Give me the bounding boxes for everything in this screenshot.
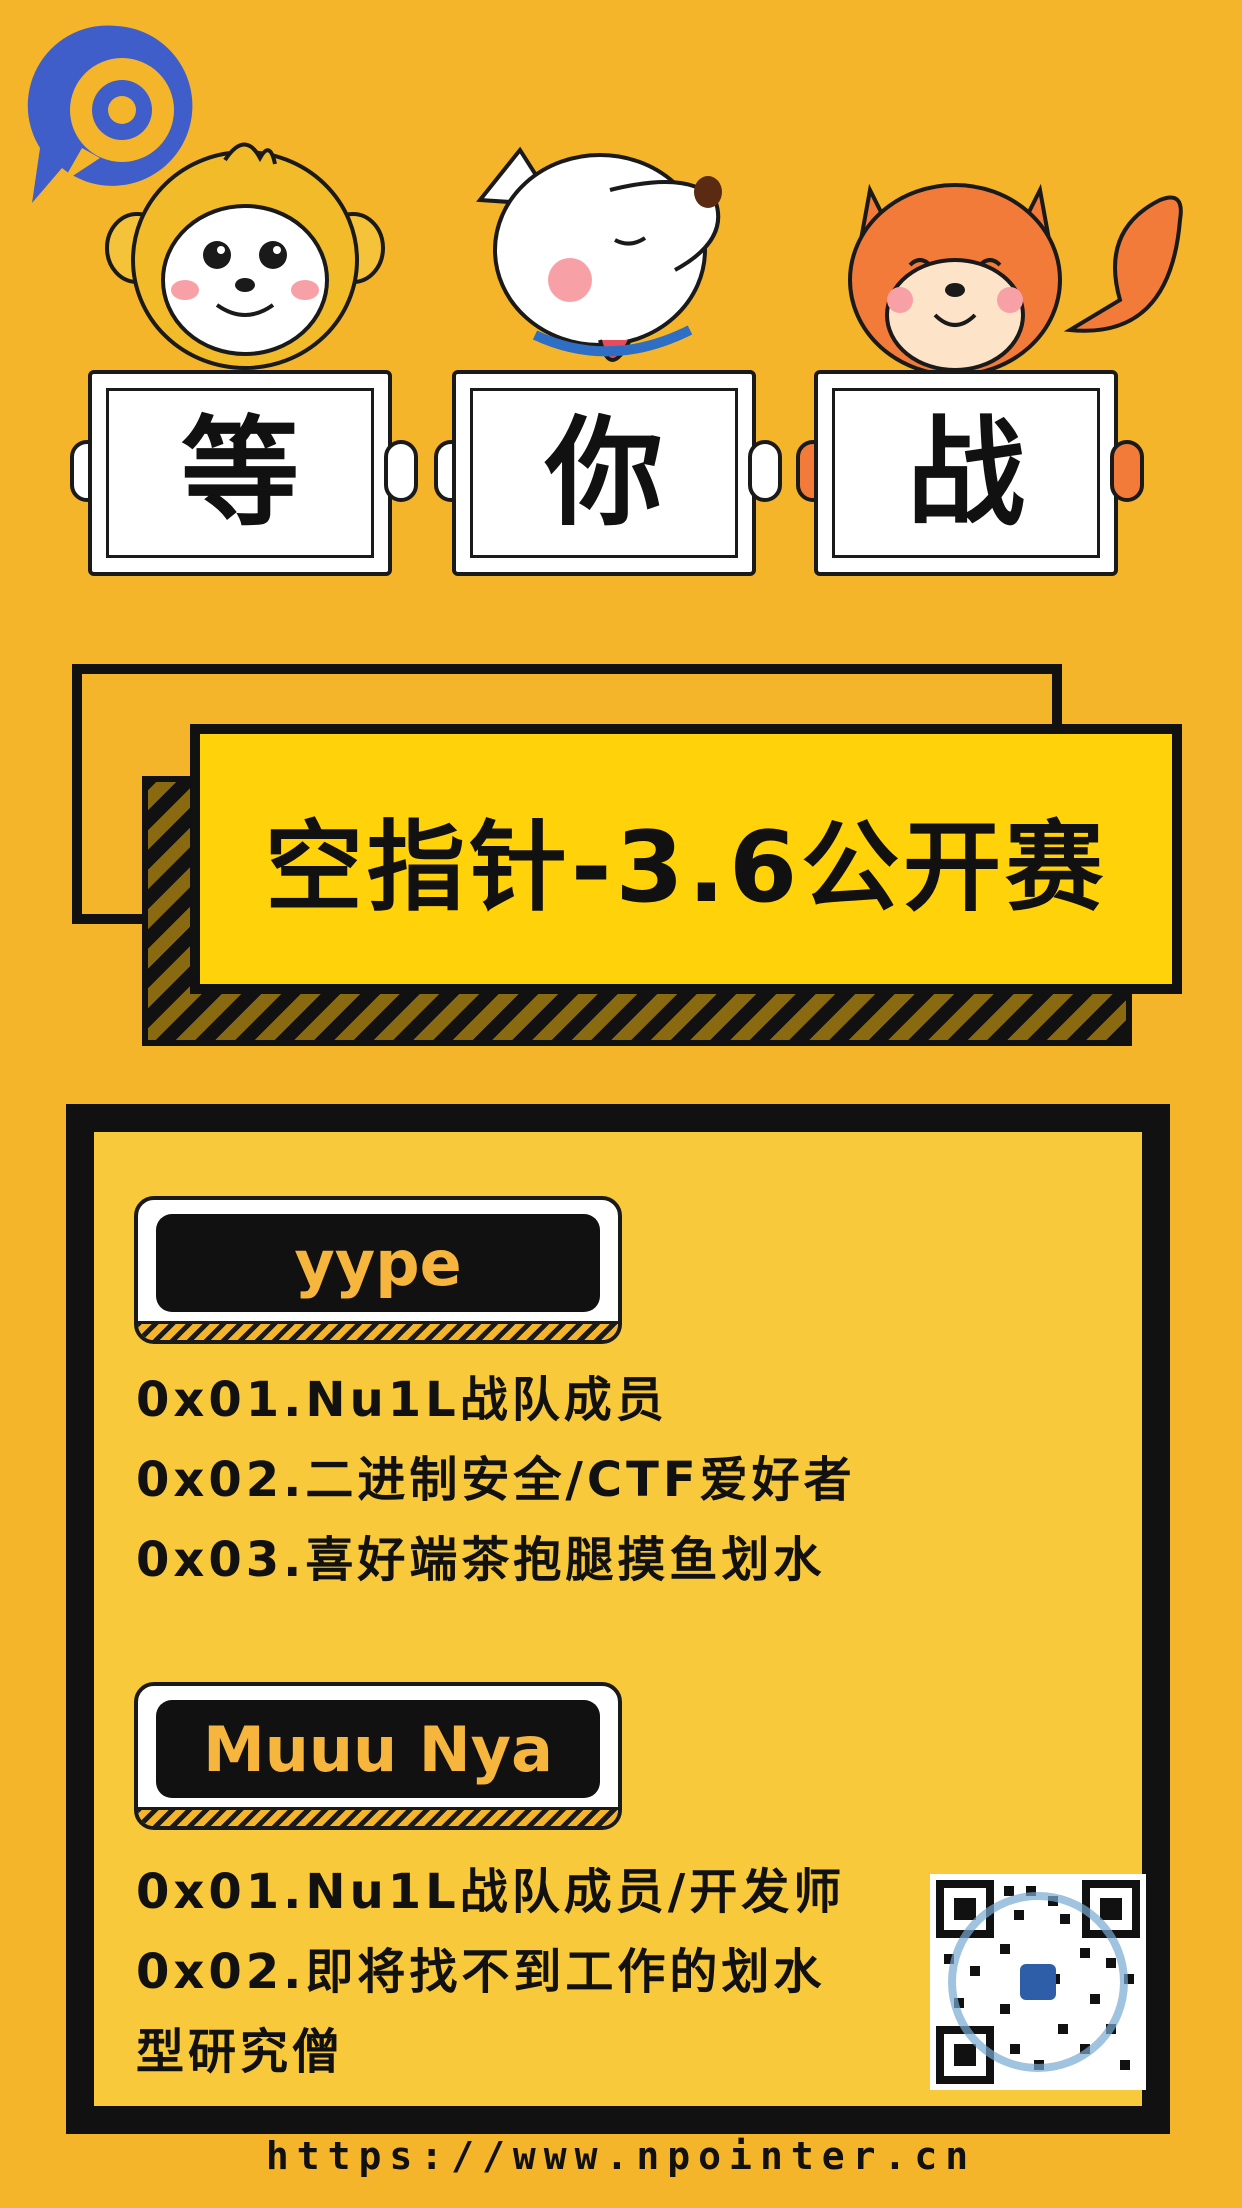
sign-1: 等: [88, 370, 392, 576]
banner: 空指针-3.6公开赛: [190, 724, 1182, 994]
sign-2-text: 你: [544, 404, 663, 542]
profile-1-tag: yype: [134, 1196, 622, 1344]
qr-watermark-ring: [948, 1892, 1128, 2072]
dog-character-icon: [476, 146, 722, 362]
profile-1-name: yype: [294, 1226, 462, 1300]
profile-1-line-2: 0x02.二进制安全/CTF爱好者: [136, 1452, 856, 1508]
sign-3-text: 战: [906, 404, 1025, 542]
sign-3: 战: [814, 370, 1118, 576]
monkey-right-hand: [384, 440, 418, 502]
banner-title: 空指针-3.6公开赛: [264, 811, 1108, 925]
profile-2-tag-stripe: [138, 1807, 618, 1826]
sign-1-text: 等: [180, 404, 299, 542]
profile-1-line-1: 0x01.Nu1L战队成员: [136, 1372, 668, 1428]
monkey-character-icon: [105, 142, 385, 370]
profile-2-tag: Muuu Nya: [134, 1682, 622, 1830]
profile-2-line-2: 0x02.即将找不到工作的划水: [136, 1944, 826, 2000]
profile-2-name: Muuu Nya: [203, 1712, 553, 1786]
footer-url[interactable]: https://www.npointer.cn: [0, 2134, 1242, 2178]
dog-right-hand: [748, 440, 782, 502]
qr-code-icon[interactable]: [930, 1874, 1146, 2090]
sign-2: 你: [452, 370, 756, 576]
squirrel-right-hand: [1110, 440, 1144, 502]
profile-1-tag-stripe: [138, 1321, 618, 1340]
profile-2-line-1: 0x01.Nu1L战队成员/开发师: [136, 1864, 846, 1920]
profile-2-line-3: 型研究僧: [136, 2024, 345, 2080]
profile-1-line-3: 0x03.喜好端茶抱腿摸鱼划水: [136, 1532, 826, 1588]
